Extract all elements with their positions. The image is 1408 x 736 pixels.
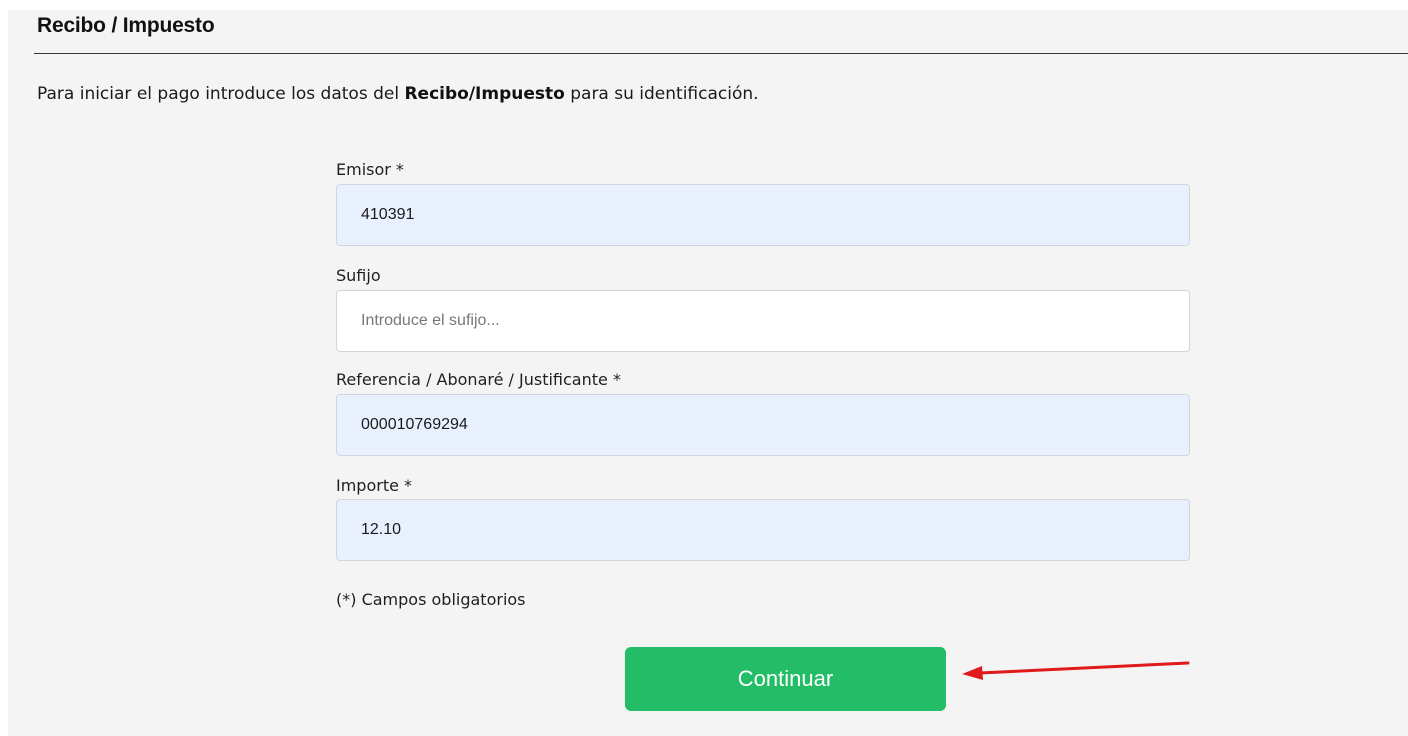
intro-text-before: Para iniciar el pago introduce los datos…	[37, 84, 405, 104]
intro-text: Para iniciar el pago introduce los datos…	[37, 84, 759, 104]
continue-button[interactable]: Continuar	[625, 647, 946, 711]
payment-panel: Recibo / Impuesto Para iniciar el pago i…	[8, 10, 1408, 736]
intro-text-bold: Recibo/Impuesto	[404, 84, 565, 104]
sufijo-input[interactable]	[336, 290, 1190, 352]
emisor-input[interactable]	[336, 184, 1190, 246]
referencia-label: Referencia / Abonaré / Justificante *	[336, 370, 621, 389]
intro-text-after: para su identificación.	[564, 84, 759, 104]
section-title: Recibo / Impuesto	[37, 14, 215, 37]
title-divider	[34, 53, 1408, 54]
importe-label: Importe *	[336, 476, 413, 495]
importe-input[interactable]	[336, 499, 1190, 561]
required-fields-note: (*) Campos obligatorios	[336, 590, 526, 609]
sufijo-label: Sufijo	[336, 266, 381, 285]
annotation-arrow-icon	[962, 661, 1190, 680]
emisor-label: Emisor *	[336, 160, 404, 179]
referencia-input[interactable]	[336, 394, 1190, 456]
